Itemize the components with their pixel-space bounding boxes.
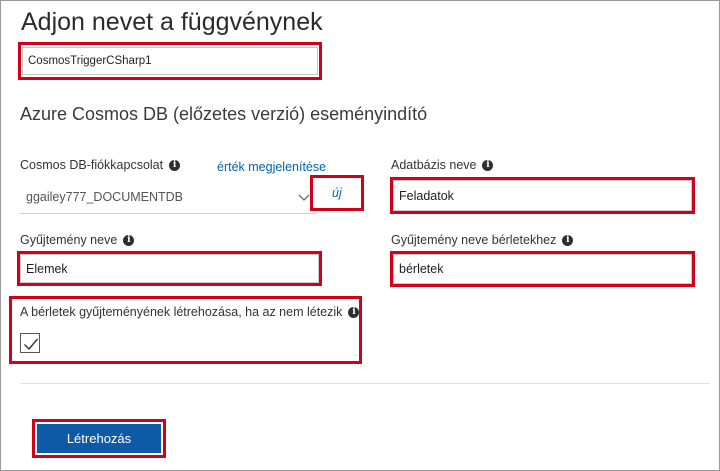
collection-label: Gyűjtemény neve i bbox=[20, 233, 135, 247]
create-button[interactable]: Létrehozás bbox=[37, 424, 161, 453]
collection-value: Elemek bbox=[26, 261, 68, 276]
database-input[interactable]: Feladatok bbox=[393, 180, 692, 211]
info-icon: i bbox=[348, 306, 360, 318]
connection-underline bbox=[20, 213, 316, 214]
database-label: Adatbázis neve i bbox=[391, 158, 494, 172]
function-name-value: CosmosTriggerCSharp1 bbox=[28, 55, 152, 67]
new-connection-link[interactable]: új bbox=[332, 186, 342, 200]
function-name-input[interactable]: CosmosTriggerCSharp1 bbox=[22, 47, 318, 75]
create-lease-checkbox[interactable] bbox=[20, 333, 40, 353]
info-icon: i bbox=[169, 159, 181, 171]
show-value-link[interactable]: érték megjelenítése bbox=[217, 160, 326, 174]
collection-input[interactable]: Elemek bbox=[20, 254, 319, 283]
footer-divider bbox=[20, 383, 710, 384]
connection-select[interactable]: ggailey777_DOCUMENTDB bbox=[20, 181, 316, 213]
section-title: Azure Cosmos DB (előzetes verzió) esemén… bbox=[20, 104, 428, 124]
connection-selected-value: ggailey777_DOCUMENTDB bbox=[26, 190, 184, 204]
lease-collection-label-text: Gyűjtemény neve bérletekhez bbox=[391, 233, 557, 247]
connection-label: Cosmos DB-fiókkapcsolat i bbox=[20, 158, 181, 172]
info-icon: i bbox=[482, 159, 494, 171]
create-lease-label-text: A bérletek gyűjteményének létrehozása, h… bbox=[20, 305, 343, 319]
page-title: Adjon nevet a függvénynek bbox=[21, 8, 323, 36]
create-lease-label: A bérletek gyűjteményének létrehozása, h… bbox=[20, 305, 360, 319]
info-icon: i bbox=[123, 234, 135, 246]
checkmark-icon bbox=[22, 335, 40, 358]
lease-collection-value: bérletek bbox=[399, 262, 444, 276]
info-icon: i bbox=[562, 234, 574, 246]
collection-label-text: Gyűjtemény neve bbox=[20, 233, 118, 247]
chevron-down-icon bbox=[297, 190, 311, 204]
database-value: Feladatok bbox=[399, 188, 454, 203]
connection-label-text: Cosmos DB-fiókkapcsolat bbox=[20, 158, 164, 172]
database-label-text: Adatbázis neve bbox=[391, 158, 477, 172]
lease-collection-input[interactable]: bérletek bbox=[393, 254, 692, 284]
lease-collection-label: Gyűjtemény neve bérletekhez i bbox=[391, 233, 574, 247]
